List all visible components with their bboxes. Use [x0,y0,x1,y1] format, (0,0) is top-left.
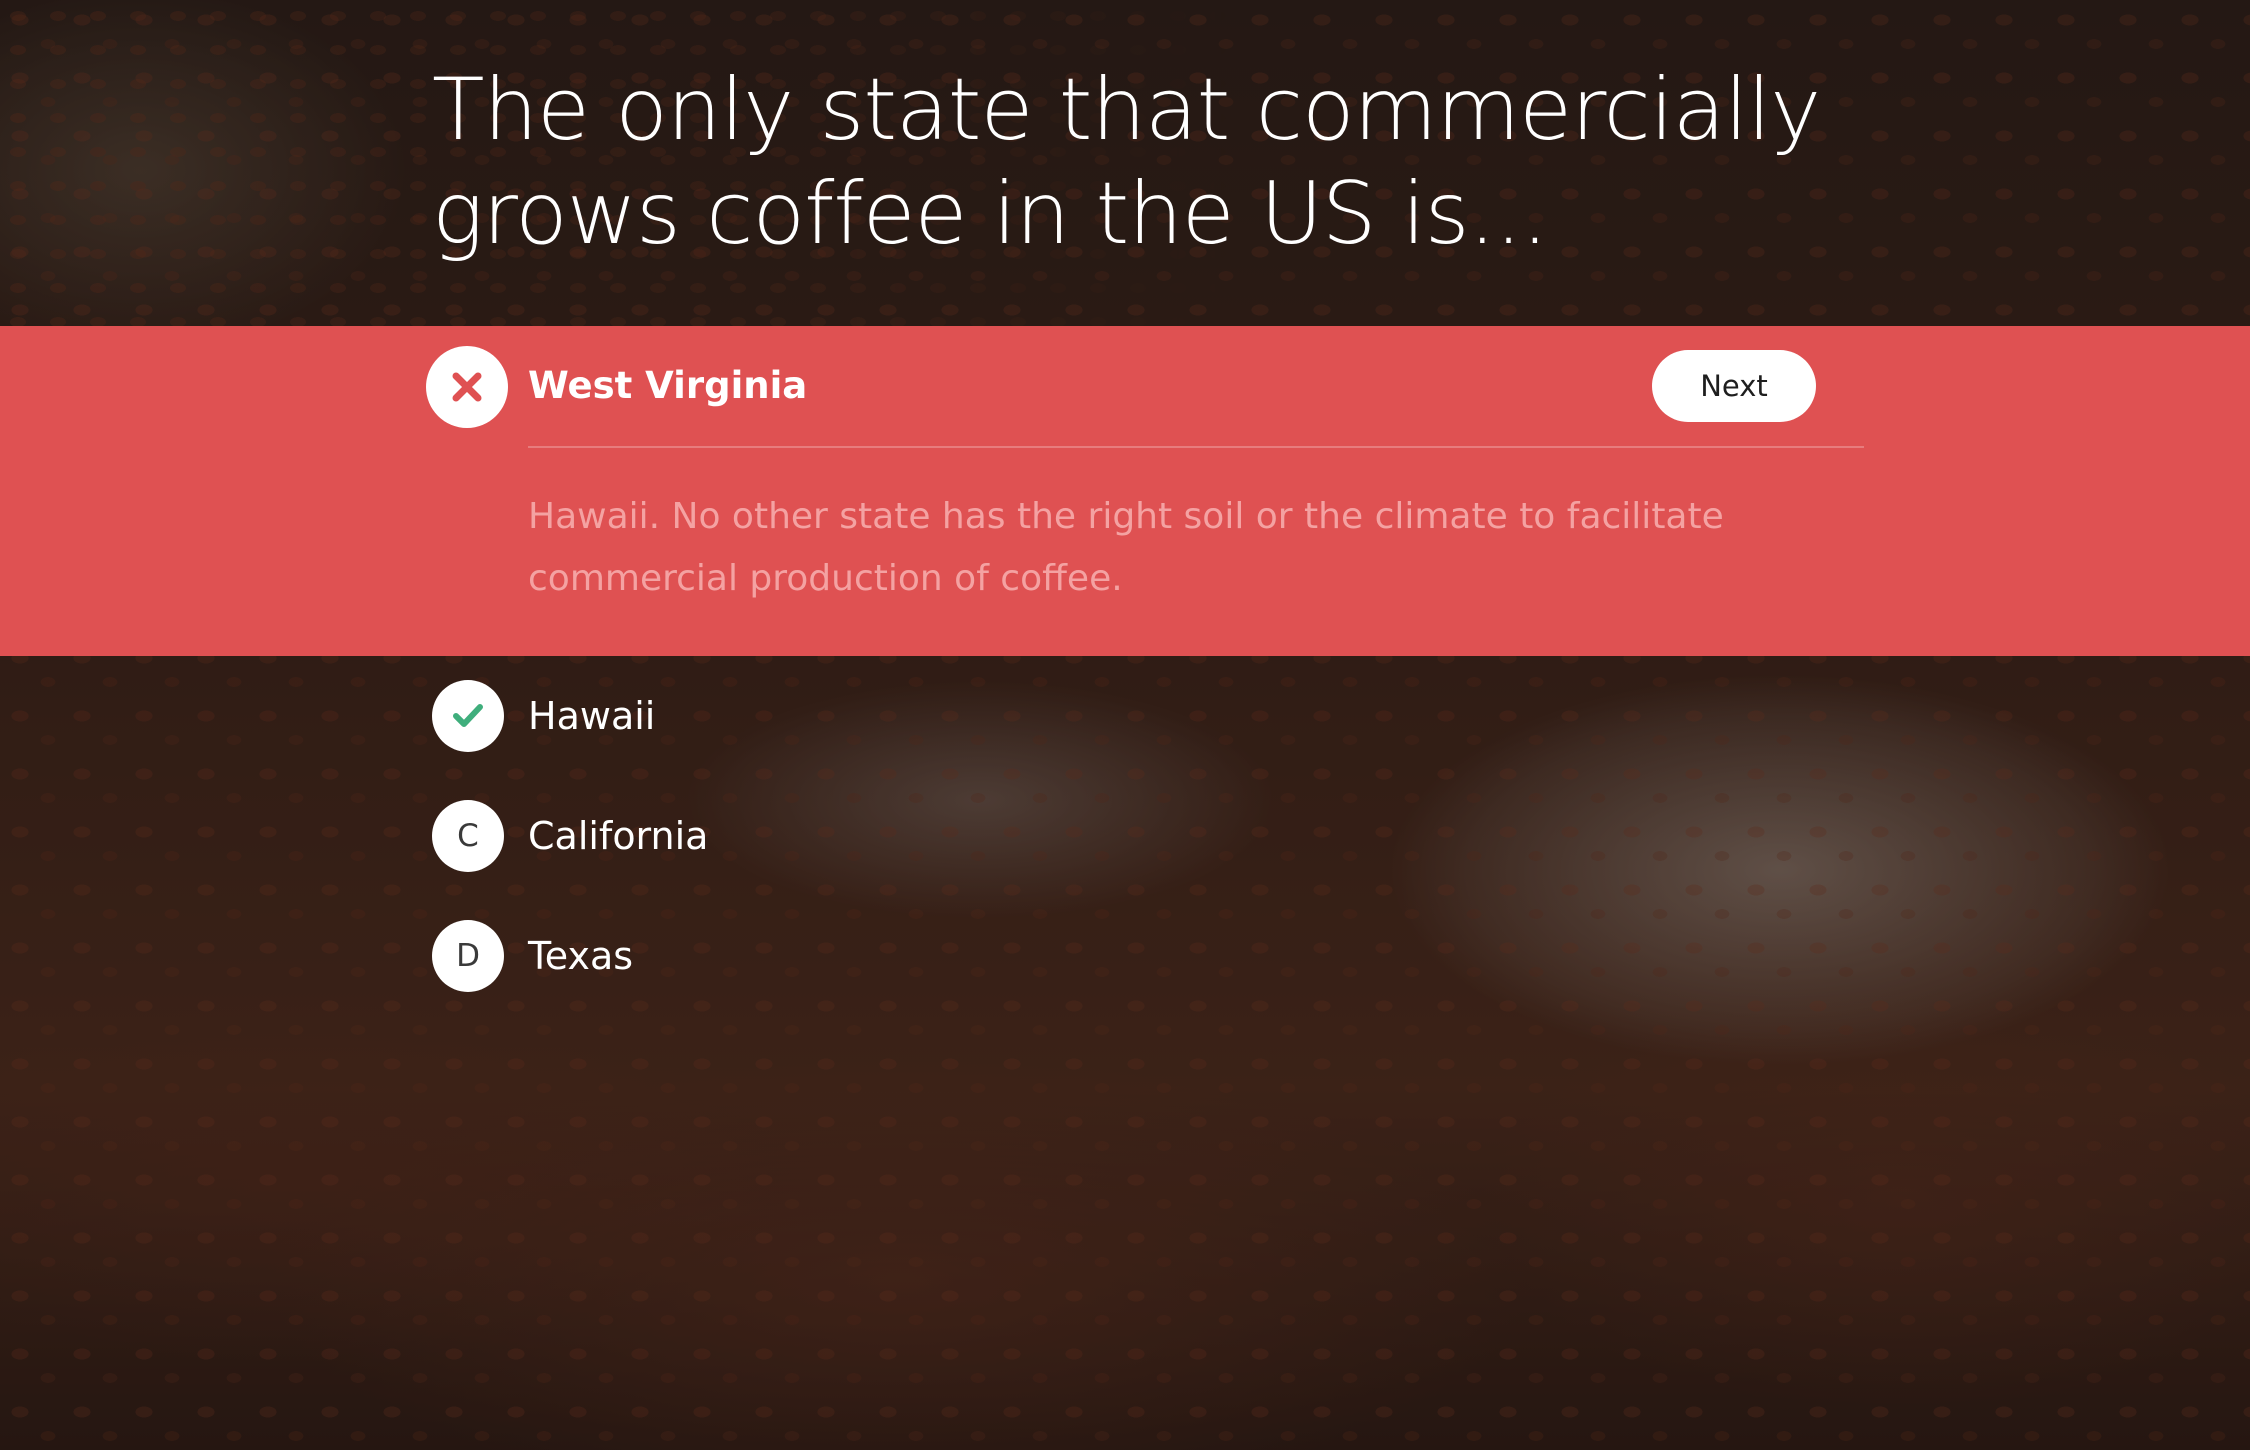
x-mark-icon [452,372,482,402]
next-button[interactable]: Next [1652,350,1816,422]
option-label: California [528,814,709,858]
question-text: The only state that commercially grows c… [432,60,1821,264]
answer-option-c[interactable]: C California [432,800,1232,872]
answer-option-hawaii[interactable]: Hawaii [432,680,1232,752]
answer-option-d[interactable]: D Texas [432,920,1232,992]
selected-answer-label: West Virginia [528,364,808,407]
checkmark-icon [453,704,483,727]
incorrect-indicator [426,346,508,428]
feedback-divider [528,446,1864,448]
option-marker: D [432,920,504,992]
option-marker [432,680,504,752]
option-label: Hawaii [528,694,656,738]
option-marker: C [432,800,504,872]
option-label: Texas [528,934,634,978]
answer-explanation: Hawaii. No other state has the right soi… [528,496,1724,599]
